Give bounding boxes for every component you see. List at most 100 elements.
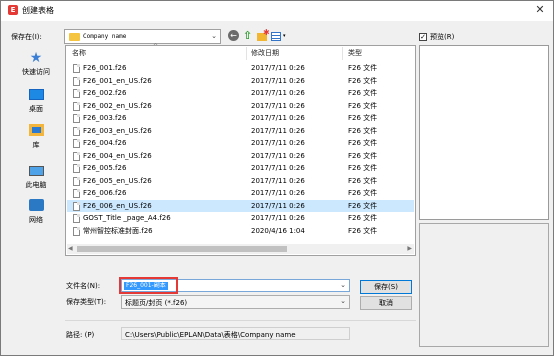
file-row[interactable]: F26_006_en_US.f26 2017/7/11 0:26 F26 文件 bbox=[67, 199, 414, 212]
file-date: 2017/7/11 0:26 bbox=[251, 114, 305, 122]
chevron-down-icon: ⌄ bbox=[211, 32, 217, 40]
place-desktop[interactable]: 桌面 bbox=[10, 89, 62, 114]
path-field: C:\Users\Public\EPLAN\Data\表格\Company na… bbox=[121, 327, 350, 340]
file-name: F26_005_en_US.f26 bbox=[83, 176, 152, 185]
file-date: 2020/4/16 1:04 bbox=[251, 226, 305, 235]
divider bbox=[65, 320, 416, 321]
place-label: 网络 bbox=[29, 216, 43, 224]
file-icon bbox=[73, 176, 80, 186]
view-menu-button[interactable]: ▾ bbox=[271, 30, 287, 43]
title-bar: E 创建表格 ✕ bbox=[1, 1, 553, 21]
place-label: 快速访问 bbox=[22, 68, 50, 76]
window-title: 创建表格 bbox=[22, 6, 54, 15]
file-type: F26 文件 bbox=[348, 89, 378, 97]
back-button[interactable]: ← bbox=[228, 30, 241, 43]
scroll-left-icon[interactable]: ◀ bbox=[68, 244, 73, 254]
sparkle-icon: ✱ bbox=[263, 28, 270, 37]
preview-checkbox[interactable]: ✓ bbox=[419, 33, 427, 41]
file-list[interactable]: 名称 ^ 修改日期 类型 F26_001.f26 2017/7/11 0:26 F2… bbox=[65, 43, 416, 256]
file-row[interactable]: F26_003_en_US.f26 2017/7/11 0:26 F26 文件 bbox=[67, 125, 414, 137]
file-date: 2017/7/11 0:26 bbox=[251, 214, 305, 222]
close-button[interactable]: ✕ bbox=[531, 2, 549, 18]
file-row[interactable]: F26_001_en_US.f26 2017/7/11 0:26 F26 文件 bbox=[67, 75, 414, 87]
file-date: 2017/7/11 0:26 bbox=[251, 126, 305, 135]
scrollbar-thumb[interactable] bbox=[77, 246, 287, 252]
up-folder-button[interactable]: ⇧ bbox=[243, 30, 256, 43]
file-date: 2017/7/11 0:26 bbox=[251, 151, 305, 160]
file-icon bbox=[73, 101, 80, 111]
up-arrow-icon: ⇧ bbox=[243, 29, 253, 42]
filetype-label: 保存类型(T): bbox=[66, 298, 107, 306]
file-row[interactable]: 常州智控标准封面.f26 2020/4/16 1:04 F26 文件 bbox=[67, 225, 414, 237]
file-row[interactable]: F26_002_en_US.f26 2017/7/11 0:26 F26 文件 bbox=[67, 100, 414, 112]
file-name: F26_005.f26 bbox=[83, 164, 127, 172]
file-date: 2017/7/11 0:26 bbox=[251, 189, 305, 197]
file-type: F26 文件 bbox=[348, 189, 378, 197]
file-icon bbox=[73, 126, 80, 136]
file-icon bbox=[73, 76, 80, 86]
file-type: F26 文件 bbox=[348, 101, 378, 110]
file-type: F26 文件 bbox=[348, 139, 378, 147]
back-arrow-icon: ← bbox=[228, 30, 239, 41]
path-label: 路径: (P) bbox=[66, 331, 95, 339]
computer-icon bbox=[28, 166, 44, 176]
file-type: F26 文件 bbox=[348, 76, 378, 85]
file-row[interactable]: F26_005_en_US.f26 2017/7/11 0:26 F26 文件 bbox=[67, 175, 414, 187]
file-icon bbox=[73, 89, 80, 98]
file-name: F26_006.f26 bbox=[83, 189, 127, 197]
place-label: 库 bbox=[32, 141, 40, 149]
place-library[interactable]: 库 bbox=[10, 124, 62, 150]
file-row[interactable]: F26_002.f26 2017/7/11 0:26 F26 文件 bbox=[67, 87, 414, 99]
file-name: F26_001.f26 bbox=[83, 64, 127, 72]
horizontal-scrollbar[interactable]: ◀ ▶ bbox=[67, 244, 414, 254]
place-this-pc[interactable]: 此电脑 bbox=[10, 166, 62, 190]
file-type: F26 文件 bbox=[348, 64, 378, 72]
library-icon bbox=[28, 124, 44, 136]
path-value: C:\Users\Public\EPLAN\Data\表格\Company na… bbox=[125, 331, 296, 339]
file-type: F26 文件 bbox=[348, 176, 378, 185]
file-row[interactable]: F26_004_en_US.f26 2017/7/11 0:26 F26 文件 bbox=[67, 150, 414, 162]
file-type: F26 文件 bbox=[348, 226, 378, 235]
place-label: 桌面 bbox=[29, 105, 43, 113]
column-header-name[interactable]: 名称 bbox=[72, 47, 86, 60]
file-row[interactable]: F26_003.f26 2017/7/11 0:26 F26 文件 bbox=[67, 112, 414, 124]
place-quick-access[interactable]: ★ 快速访问 bbox=[10, 51, 62, 77]
file-name: F26_004_en_US.f26 bbox=[83, 151, 152, 160]
file-name: F26_004.f26 bbox=[83, 139, 127, 147]
file-date: 2017/7/11 0:26 bbox=[251, 139, 305, 147]
save-in-dropdown[interactable]: Company name ⌄ bbox=[64, 29, 221, 44]
preview-info-pane bbox=[419, 223, 549, 347]
column-header-date[interactable]: 修改日期 bbox=[251, 47, 279, 60]
file-icon bbox=[73, 64, 80, 73]
scroll-right-icon[interactable]: ▶ bbox=[407, 244, 412, 254]
app-icon: E bbox=[8, 5, 18, 15]
column-divider[interactable] bbox=[246, 47, 247, 60]
file-name: F26_003.f26 bbox=[83, 114, 127, 122]
places-bar: ★ 快速访问 桌面 库 此电脑 网络 bbox=[10, 46, 62, 321]
file-row[interactable]: F26_004.f26 2017/7/11 0:26 F26 文件 bbox=[67, 137, 414, 149]
file-type: F26 文件 bbox=[348, 114, 378, 122]
file-row[interactable]: F26_001.f26 2017/7/11 0:26 F26 文件 bbox=[67, 62, 414, 74]
column-divider[interactable] bbox=[342, 47, 343, 60]
chevron-down-icon[interactable]: ⌄ bbox=[340, 281, 346, 289]
place-network[interactable]: 网络 bbox=[10, 199, 62, 225]
filetype-value: 标题页/封页 (*.f26) bbox=[125, 299, 188, 307]
filename-label: 文件名(N): bbox=[66, 282, 101, 290]
file-row[interactable]: F26_005.f26 2017/7/11 0:26 F26 文件 bbox=[67, 162, 414, 174]
file-type: F26 文件 bbox=[348, 126, 378, 135]
cancel-button[interactable]: 取消 bbox=[360, 296, 412, 310]
file-row[interactable]: F26_006.f26 2017/7/11 0:26 F26 文件 bbox=[67, 187, 414, 199]
view-list-icon bbox=[271, 32, 281, 41]
file-date: 2017/7/11 0:26 bbox=[251, 101, 305, 110]
filetype-dropdown[interactable]: 标题页/封页 (*.f26) ⌄ bbox=[121, 295, 350, 309]
column-header-type[interactable]: 类型 bbox=[348, 47, 362, 60]
file-type: F26 文件 bbox=[348, 164, 378, 172]
file-row[interactable]: GOST_Title _page_A4.f26 2017/7/11 0:26 F26… bbox=[67, 212, 414, 224]
file-name: 常州智控标准封面.f26 bbox=[83, 226, 153, 235]
file-icon bbox=[73, 114, 80, 123]
new-folder-button[interactable]: ✱ bbox=[257, 28, 270, 43]
file-name: F26_002_en_US.f26 bbox=[83, 101, 152, 110]
file-icon bbox=[73, 151, 80, 161]
save-button[interactable]: 保存(S) bbox=[360, 280, 412, 294]
folder-icon bbox=[69, 33, 80, 41]
